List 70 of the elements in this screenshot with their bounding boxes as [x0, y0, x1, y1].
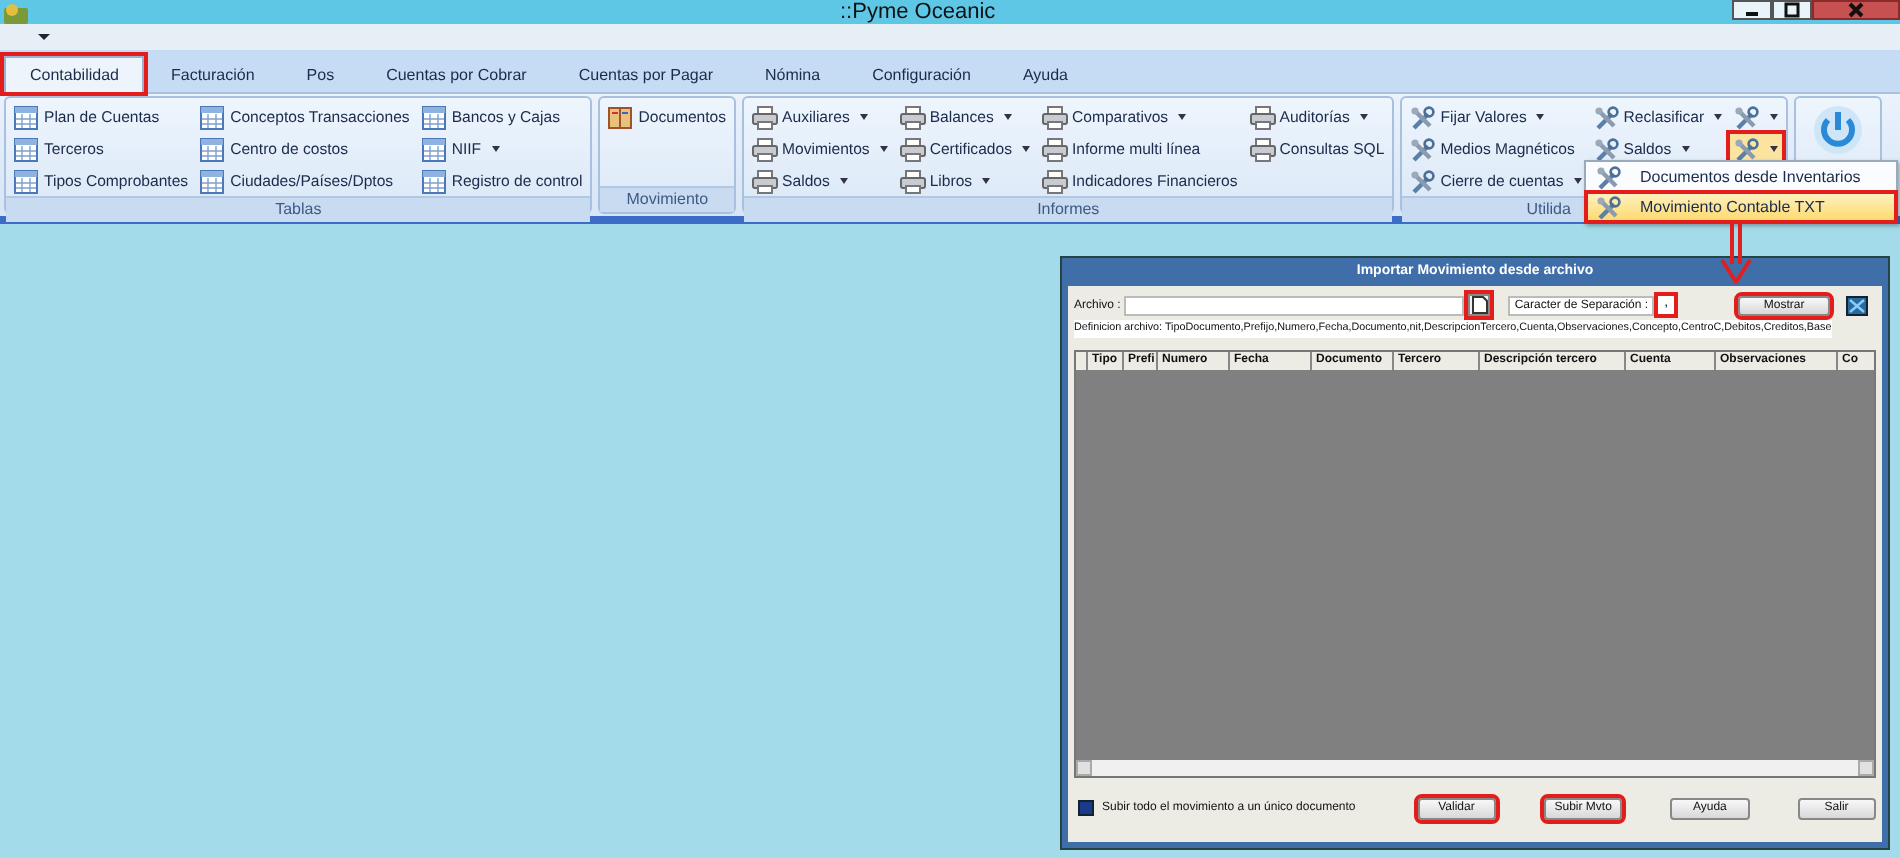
book-icon [608, 105, 635, 129]
printer-icon [752, 137, 779, 161]
close-button[interactable] [1812, 0, 1900, 20]
ribbon-tab[interactable]: Facturación [144, 56, 281, 92]
group-label: Movimiento [600, 186, 735, 212]
window-title: ::Pyme Oceanic [840, 0, 996, 24]
printer-icon [1249, 137, 1276, 161]
printer-icon [899, 137, 926, 161]
printer-icon [1041, 137, 1068, 161]
minimize-button[interactable] [1732, 0, 1772, 20]
checkbox[interactable] [1078, 800, 1094, 816]
table-icon [421, 137, 448, 161]
caret-icon [1770, 114, 1779, 120]
customize-caret-icon[interactable] [38, 34, 50, 40]
caret-icon [1681, 146, 1690, 152]
caret-icon [1359, 114, 1368, 120]
tools-icon [1410, 105, 1437, 129]
caret-icon [1770, 146, 1779, 152]
printer-icon [1249, 105, 1276, 129]
arrow-drawing [1720, 224, 1752, 284]
ribbon-tab[interactable]: Configuración [846, 56, 997, 92]
printer-icon [1041, 169, 1068, 193]
file-field[interactable] [1124, 295, 1465, 315]
ribbon-tab[interactable]: Nómina [739, 56, 847, 92]
table-icon [200, 169, 227, 193]
table-icon [200, 105, 227, 129]
document-icon [1471, 296, 1488, 314]
caret-icon [1003, 114, 1012, 120]
caret-icon [982, 178, 991, 184]
ribbon-tab[interactable]: Cuentas por Cobrar [360, 56, 553, 92]
tools-icon [1596, 165, 1622, 189]
caret-icon [859, 114, 868, 120]
group-label: Informes [744, 196, 1393, 222]
table-icon [14, 169, 40, 193]
caret-icon [491, 146, 500, 152]
browse-button[interactable] [1468, 294, 1491, 316]
close-icon [1846, 0, 1866, 20]
group-label: Tablas [6, 196, 591, 222]
printer-icon [899, 105, 926, 129]
table-icon [421, 169, 448, 193]
printer-icon [1041, 105, 1068, 129]
tools-icon [1734, 105, 1761, 129]
caret-icon [1021, 146, 1030, 152]
printer-icon [752, 105, 779, 129]
table-icon [421, 105, 448, 129]
tools-icon [1410, 137, 1437, 161]
tools-icon [1596, 195, 1622, 219]
printer-icon [899, 169, 926, 193]
menu-item[interactable]: Documentos desde Inventarios [1586, 162, 1896, 192]
spreadsheet-icon [1846, 295, 1868, 315]
restore-icon [1782, 0, 1802, 20]
printer-icon [752, 169, 779, 193]
ribbon-tab[interactable]: Contabilidad [4, 56, 145, 92]
caret-icon [1714, 114, 1723, 120]
tools-icon [1593, 105, 1620, 129]
app-icon [2, 1, 30, 23]
restore-button[interactable] [1772, 0, 1812, 20]
caret-icon [1536, 114, 1545, 120]
tools-icon [1410, 169, 1437, 193]
ribbon-tab[interactable]: Ayuda [996, 56, 1094, 92]
caret-icon [879, 146, 888, 152]
caret-icon [1178, 114, 1187, 120]
ribbon-tab[interactable]: Cuentas por Pagar [552, 56, 739, 92]
table-icon [14, 137, 40, 161]
menu-item[interactable]: Movimiento Contable TXT [1586, 192, 1896, 222]
ribbon-tab[interactable]: Pos [280, 56, 361, 92]
table-icon [14, 105, 40, 129]
caret-icon [839, 178, 848, 184]
table-icon [200, 137, 227, 161]
power-icon [1812, 104, 1865, 156]
